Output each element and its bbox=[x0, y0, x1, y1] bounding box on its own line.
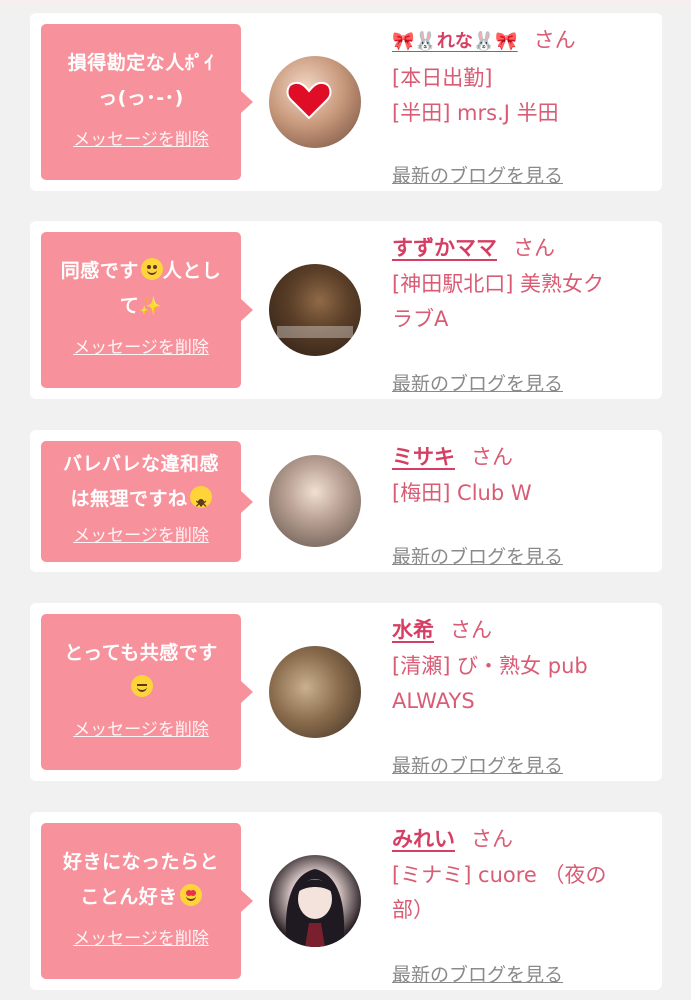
latest-blog-link[interactable]: 最新のブログを見る bbox=[392, 751, 563, 778]
delete-message-link[interactable]: メッセージを削除 bbox=[73, 125, 209, 150]
profile-info: ミサキ さん [梅田] Club W 最新のブログを見る bbox=[392, 442, 652, 568]
message-text-line1: バレバレな違和感 bbox=[62, 453, 219, 475]
message-text-line2: て✨ bbox=[119, 295, 163, 317]
honorific: さん bbox=[471, 827, 513, 851]
message-card: 好きになったらと ことん好き メッセージを削除 みれい さん [ミナミ] cuor… bbox=[30, 812, 662, 990]
delete-message-link[interactable]: メッセージを削除 bbox=[73, 521, 209, 546]
shop-line: [梅田] Club W bbox=[392, 481, 532, 505]
message-bubble: 好きになったらと ことん好き メッセージを削除 bbox=[41, 823, 253, 979]
profile-info: 🎀🐰れな🐰🎀 さん [本日出勤] [半田] mrs.J 半田 最新のブログを見る bbox=[392, 25, 652, 187]
name-row: 水希 さん bbox=[392, 615, 652, 645]
message-card: 損得勘定な人ﾎﾟｲ っ(っ･-･) メッセージを削除 🎀🐰れな🐰🎀 さん [本日出… bbox=[30, 13, 662, 191]
honorific: さん bbox=[533, 28, 576, 52]
profile-info: すずかママ さん [神田駅北口] 美熟女ク ラブA 最新のブログを見る bbox=[392, 233, 652, 395]
shop-line: [本日出勤] bbox=[392, 66, 493, 90]
heart-icon bbox=[286, 81, 332, 120]
honorific: さん bbox=[513, 236, 555, 260]
avatar[interactable] bbox=[269, 455, 361, 547]
delete-message-link[interactable]: メッセージを削除 bbox=[73, 333, 209, 358]
profile-info: みれい さん [ミナミ] cuore （夜の 部） 最新のブログを見る bbox=[392, 824, 652, 986]
message-card: とっても共感です メッセージを削除 水希 さん [清瀬] び・熟女 pub ALW… bbox=[30, 603, 662, 781]
shop-line: [半田] mrs.J 半田 bbox=[392, 101, 559, 125]
shop-line: [神田駅北口] 美熟女ク bbox=[392, 272, 605, 296]
photo-caption-strip bbox=[277, 326, 353, 338]
name-row: ミサキ さん bbox=[392, 442, 652, 472]
dizzy-face-emoji-icon bbox=[189, 486, 212, 521]
heart-eyes-emoji-icon bbox=[179, 884, 202, 906]
name-row: みれい さん bbox=[392, 824, 652, 854]
shop-line: ALWAYS bbox=[392, 689, 475, 713]
delete-message-link[interactable]: メッセージを削除 bbox=[73, 924, 209, 949]
profile-name-link[interactable]: ミサキ bbox=[392, 445, 455, 469]
message-text-line1: 損得勘定な人ﾎﾟｲ bbox=[67, 52, 215, 74]
honorific: さん bbox=[450, 618, 492, 642]
avatar[interactable] bbox=[269, 855, 361, 947]
message-text-line1: とっても共感です bbox=[64, 642, 218, 664]
latest-blog-link[interactable]: 最新のブログを見る bbox=[392, 542, 563, 569]
message-text-line2: は無理ですね bbox=[41, 482, 241, 521]
profile-info: 水希 さん [清瀬] び・熟女 pub ALWAYS 最新のブログを見る bbox=[392, 615, 652, 777]
avatar[interactable] bbox=[269, 646, 361, 738]
profile-name-link[interactable]: みれい bbox=[392, 827, 455, 851]
message-bubble: 同感です 人とし て✨ メッセージを削除 bbox=[41, 232, 253, 388]
message-text-line2 bbox=[41, 671, 241, 706]
message-bubble: 損得勘定な人ﾎﾟｲ っ(っ･-･) メッセージを削除 bbox=[41, 24, 253, 180]
message-card: 同感です 人とし て✨ メッセージを削除 すずかママ さん [神田駅北口] 美熟女ク… bbox=[30, 221, 662, 399]
shop-line: ラブA bbox=[392, 307, 449, 331]
avatar[interactable] bbox=[269, 56, 361, 148]
latest-blog-link[interactable]: 最新のブログを見る bbox=[392, 161, 563, 188]
sparkles-icon: ✨ bbox=[139, 296, 163, 317]
shop-line: [清瀬] び・熟女 pub bbox=[392, 654, 588, 678]
message-bubble: とっても共感です メッセージを削除 bbox=[41, 614, 253, 770]
message-text-line2: っ(っ･-･) bbox=[98, 87, 184, 109]
latest-blog-link[interactable]: 最新のブログを見る bbox=[392, 369, 563, 396]
profile-name-link[interactable]: 🎀🐰れな🐰🎀 bbox=[392, 31, 518, 52]
name-row: 🎀🐰れな🐰🎀 さん bbox=[392, 25, 652, 57]
profile-name-link[interactable]: 水希 bbox=[392, 618, 434, 642]
name-row: すずかママ さん bbox=[392, 233, 652, 263]
shop-line: [ミナミ] cuore （夜の bbox=[392, 863, 607, 887]
message-list: 損得勘定な人ﾎﾟｲ っ(っ･-･) メッセージを削除 🎀🐰れな🐰🎀 さん [本日出… bbox=[0, 0, 691, 1000]
message-text-line2: ことん好き bbox=[41, 880, 241, 915]
anime-character-icon bbox=[285, 869, 345, 947]
delete-message-link[interactable]: メッセージを削除 bbox=[73, 715, 209, 740]
profile-name-link[interactable]: すずかママ bbox=[392, 236, 497, 260]
shop-line: 部） bbox=[392, 898, 434, 922]
relieved-face-emoji-icon bbox=[131, 675, 153, 697]
honorific: さん bbox=[471, 445, 513, 469]
avatar[interactable] bbox=[269, 264, 361, 356]
message-bubble: バレバレな違和感 は無理ですね メッセージを削除 bbox=[41, 441, 253, 562]
smile-emoji-icon bbox=[140, 258, 163, 280]
latest-blog-link[interactable]: 最新のブログを見る bbox=[392, 960, 563, 987]
message-card: バレバレな違和感 は無理ですね メッセージを削除 ミサキさん [梅田] Club… bbox=[30, 430, 662, 572]
message-text-line1: 同感です 人とし bbox=[60, 258, 222, 282]
message-text-line1: 好きになったらと bbox=[62, 851, 219, 873]
